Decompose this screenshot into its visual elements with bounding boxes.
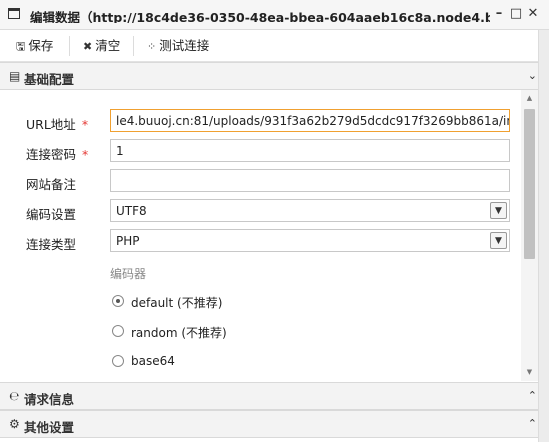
url-label-text: URL地址 [26,117,76,132]
radio-circle[interactable] [112,325,124,337]
radio-circle[interactable] [112,355,124,367]
window-titlebar: 编辑数据（http://18c4de36-0350-48ea-bbea-604a… [0,0,549,30]
clear-icon: ✖ [83,40,93,53]
chevron-down-icon[interactable]: ▼ [490,202,507,219]
encoding-select-value: UTF8 [116,204,147,218]
type-select[interactable]: PHP ▼ [110,229,510,252]
radio-dot [116,299,120,303]
toolbar: 🖫 保存 ✖ 清空 ⁘ 测试连接 [0,30,549,62]
chevron-up-icon[interactable]: ⌃ [528,417,537,430]
clear-button[interactable]: ✖ 清空 [83,37,120,55]
close-button[interactable]: ✕ [525,5,541,23]
encoding-select[interactable]: UTF8 ▼ [110,199,510,222]
encoder-label: default (不推荐) [131,296,223,310]
content-scrollbar[interactable]: ▲ ▼ [521,90,538,381]
gears-icon: ⚙ [9,417,20,431]
panel-other-header[interactable]: ⚙ 其他设置 ⌃ [0,410,549,438]
encoder-heading: 编码器 [110,267,147,281]
chevron-down-icon[interactable]: ⌄ [528,69,537,82]
toolbar-divider [133,36,134,56]
spinner-icon: ⁘ [147,40,157,53]
encoder-label: random (不推荐) [131,326,227,340]
window-title: 编辑数据（http://18c4de36-0350-48ea-bbea-604a… [30,10,490,23]
save-button-label: 保存 [28,38,54,53]
password-label: 连接密码 * [26,144,88,163]
document-icon: ▤ [9,69,21,83]
encoding-label: 编码设置 [26,207,77,222]
test-connection-button[interactable]: ⁘ 测试连接 [147,37,209,55]
toolbar-divider [69,36,70,56]
maximize-button[interactable]: □ [508,5,524,23]
clear-button-label: 清空 [95,38,121,53]
encoder-label: base64 [131,354,175,368]
test-connection-label: 测试连接 [159,38,210,53]
required-mark: * [82,147,89,162]
type-label: 连接类型 [26,237,77,252]
url-label: URL地址 * [26,114,88,133]
password-input[interactable]: 1 [110,139,510,162]
save-button[interactable]: 🖫 保存 [16,37,53,55]
minimize-button[interactable]: – [491,5,507,23]
window-icon [8,8,20,19]
required-mark: * [81,117,89,132]
scroll-down-icon[interactable]: ▼ [521,364,538,381]
password-label-text: 连接密码 [26,147,77,162]
note-label: 网站备注 [26,177,77,192]
scroll-up-icon[interactable]: ▲ [521,90,538,107]
e-icon: ℮ [9,389,20,403]
chevron-up-icon[interactable]: ⌃ [528,389,537,402]
panel-request-title: 请求信息 [24,392,75,407]
url-input[interactable]: le4.buuoj.cn:81/uploads/931f3a62b279d5dc… [110,109,510,132]
chevron-down-icon[interactable]: ▼ [490,232,507,249]
panel-basic-header[interactable]: ▤ 基础配置 ⌄ [0,62,549,90]
panel-basic-title: 基础配置 [24,72,75,87]
note-input[interactable] [110,169,510,192]
radio-circle[interactable] [112,295,124,307]
window-scroll-track[interactable] [538,30,549,442]
scroll-thumb[interactable] [524,109,535,259]
panel-request-header[interactable]: ℮ 请求信息 ⌃ [0,382,549,410]
basic-config-form: URL地址 * le4.buuoj.cn:81/uploads/931f3a62b… [0,90,538,381]
panel-other-title: 其他设置 [24,420,75,435]
type-select-value: PHP [116,234,140,248]
save-icon: 🖫 [16,40,26,53]
